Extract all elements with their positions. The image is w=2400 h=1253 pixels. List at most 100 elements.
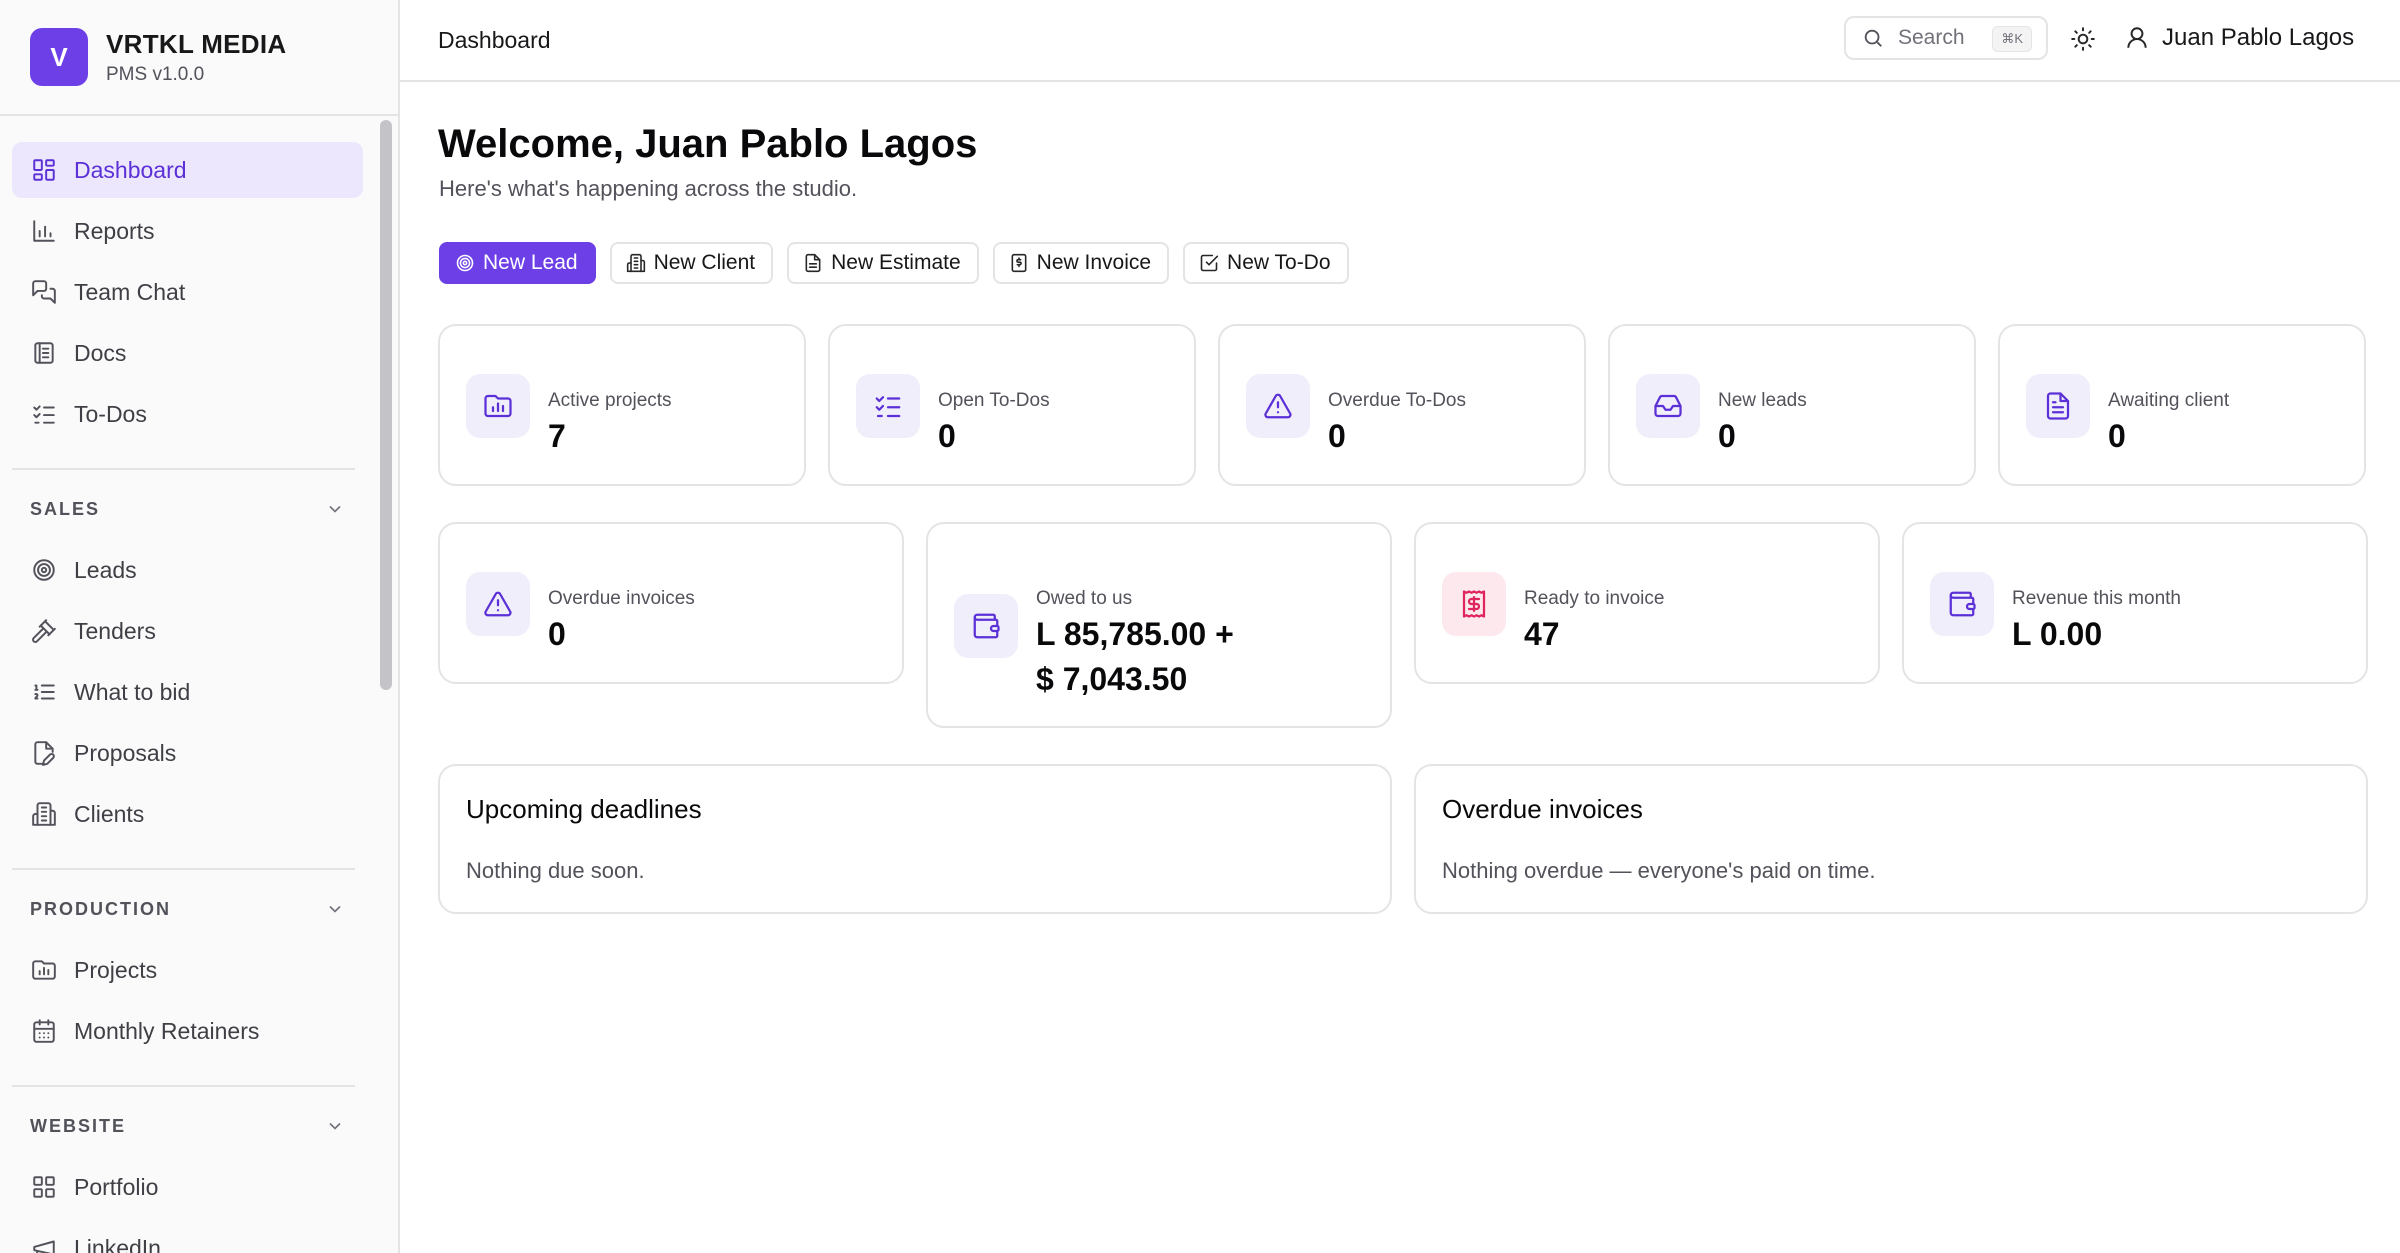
stat-label: Active projects [548, 390, 672, 411]
new-lead-button[interactable]: New Lead [439, 242, 596, 284]
sidebar-item-reports[interactable]: Reports [12, 203, 363, 259]
sidebar-item-tenders[interactable]: Tenders [12, 603, 363, 659]
stat-label: Ready to invoice [1524, 588, 1665, 609]
search-placeholder: Search [1898, 26, 1965, 49]
button-label: New Lead [483, 251, 578, 274]
new-estimate-button[interactable]: New Estimate [787, 242, 979, 284]
warning-icon [1246, 374, 1310, 438]
grid-icon [30, 1173, 58, 1201]
sidebar-item-label: What to bid [74, 678, 191, 705]
sidebar-item-dashboard[interactable]: Dashboard [12, 142, 363, 198]
stat-label: Open To-Dos [938, 390, 1050, 411]
stat-card-open-todos[interactable]: Open To-Dos 0 [828, 324, 1196, 486]
sidebar-nav: Dashboard Reports Team Chat Docs To-Dos … [0, 116, 375, 1253]
sidebar-item-label: Portfolio [74, 1173, 159, 1200]
stat-card-new-leads[interactable]: New leads 0 [1608, 324, 1976, 486]
stat-card-revenue-this-month[interactable]: Revenue this month L 0.00 [1902, 522, 2368, 684]
sidebar-divider [12, 1085, 355, 1087]
sidebar-item-label: Dashboard [74, 156, 187, 183]
section-toggle-production[interactable]: PRODUCTION [12, 892, 363, 926]
sidebar-item-label: Team Chat [74, 278, 186, 305]
checklist-icon [30, 400, 58, 428]
checklist-icon [856, 374, 920, 438]
megaphone-icon [30, 1234, 58, 1253]
section-toggle-sales[interactable]: SALES [12, 492, 363, 526]
folder-chart-icon [30, 956, 58, 984]
page-subtitle: Here's what's happening across the studi… [439, 176, 858, 201]
page-title: Welcome, Juan Pablo Lagos [438, 122, 978, 166]
search-button[interactable]: Search ⌘K [1844, 16, 2048, 60]
calendar-icon [30, 1017, 58, 1045]
docs-icon [30, 339, 58, 367]
new-client-button[interactable]: New Client [609, 242, 774, 284]
stat-value-line2: $ 7,043.50 [1036, 661, 1188, 697]
button-label: New Invoice [1036, 251, 1152, 274]
stat-value-line1: L 85,785.00 + [1036, 616, 1234, 652]
new-invoice-button[interactable]: New Invoice [992, 242, 1170, 284]
sidebar-item-team-chat[interactable]: Team Chat [12, 264, 363, 320]
stat-label: Overdue invoices [548, 588, 695, 609]
target-icon [30, 556, 58, 584]
receipt-icon [1442, 572, 1506, 636]
section-toggle-website[interactable]: WEBSITE [12, 1109, 363, 1143]
sidebar-item-projects[interactable]: Projects [12, 942, 363, 998]
stat-label: Revenue this month [2012, 588, 2181, 609]
sidebar-item-what-to-bid[interactable]: What to bid [12, 664, 363, 720]
file-icon [803, 253, 823, 273]
stat-label: Overdue To-Dos [1328, 390, 1466, 411]
stat-card-overdue-todos[interactable]: Overdue To-Dos 0 [1218, 324, 1586, 486]
chevron-down-icon [329, 1122, 341, 1130]
stat-value: 0 [1718, 418, 1736, 454]
stat-card-active-projects[interactable]: Active projects 7 [438, 324, 806, 486]
folder-chart-icon [466, 374, 530, 438]
sidebar-item-portfolio[interactable]: Portfolio [12, 1159, 363, 1215]
sidebar-divider [12, 468, 355, 470]
stat-card-overdue-invoices[interactable]: Overdue invoices 0 [438, 522, 904, 684]
stat-value: 0 [2108, 418, 2126, 454]
bar-chart-icon [30, 217, 58, 245]
sidebar-item-todos[interactable]: To-Dos [12, 386, 363, 442]
stat-card-awaiting-client[interactable]: Awaiting client 0 [1998, 324, 2366, 486]
stat-value: 47 [1524, 616, 1560, 652]
sidebar-item-label: Docs [74, 339, 127, 366]
sidebar: V VRTKL MEDIA PMS v1.0.0 Dashboard Repor… [0, 0, 400, 1253]
button-label: New To-Do [1227, 251, 1331, 274]
stat-value: 0 [1328, 418, 1346, 454]
sidebar-item-linkedin[interactable]: LinkedIn [12, 1220, 363, 1253]
brand-text: VRTKL MEDIA PMS v1.0.0 [106, 29, 287, 86]
quick-actions: New Lead New Client New Estimate New Inv… [439, 242, 1349, 284]
stat-value: 0 [938, 418, 956, 454]
sidebar-item-proposals[interactable]: Proposals [12, 725, 363, 781]
stat-card-ready-to-invoice[interactable]: Ready to invoice 47 [1414, 522, 1880, 684]
theme-toggle-button[interactable] [2064, 20, 2102, 58]
sidebar-item-monthly-retainers[interactable]: Monthly Retainers [12, 1003, 363, 1059]
stat-value: 7 [548, 418, 566, 454]
panel-title: Overdue invoices [1442, 794, 1643, 824]
sidebar-item-label: Projects [74, 956, 158, 983]
user-icon [2127, 27, 2147, 48]
list-ordered-icon [30, 678, 58, 706]
new-todo-button[interactable]: New To-Do [1183, 242, 1349, 284]
warning-icon [466, 572, 530, 636]
sun-icon [2071, 27, 2095, 51]
sidebar-item-clients[interactable]: Clients [12, 786, 363, 842]
search-icon [1864, 29, 1882, 47]
chevron-down-icon [329, 505, 341, 513]
topbar: Dashboard Search ⌘K Juan Pablo Lagos [400, 0, 2400, 82]
building-icon [30, 800, 58, 828]
file-pen-icon [30, 739, 58, 767]
sidebar-item-label: Monthly Retainers [74, 1017, 260, 1044]
wallet-icon [954, 594, 1018, 658]
sidebar-item-docs[interactable]: Docs [12, 325, 363, 381]
brand-logo: V [30, 28, 88, 86]
stat-card-owed-to-us[interactable]: Owed to us L 85,785.00 + $ 7,043.50 [926, 522, 1392, 728]
stat-label: Awaiting client [2108, 390, 2230, 411]
sidebar-item-leads[interactable]: Leads [12, 542, 363, 598]
brand[interactable]: V VRTKL MEDIA PMS v1.0.0 [0, 0, 398, 116]
sidebar-item-label: Leads [74, 556, 137, 583]
button-label: New Estimate [831, 251, 961, 274]
panel-empty-text: Nothing due soon. [466, 858, 645, 883]
user-name: Juan Pablo Lagos [2162, 24, 2355, 51]
user-menu[interactable]: Juan Pablo Lagos [2124, 18, 2354, 58]
sidebar-scrollbar[interactable] [380, 120, 392, 690]
